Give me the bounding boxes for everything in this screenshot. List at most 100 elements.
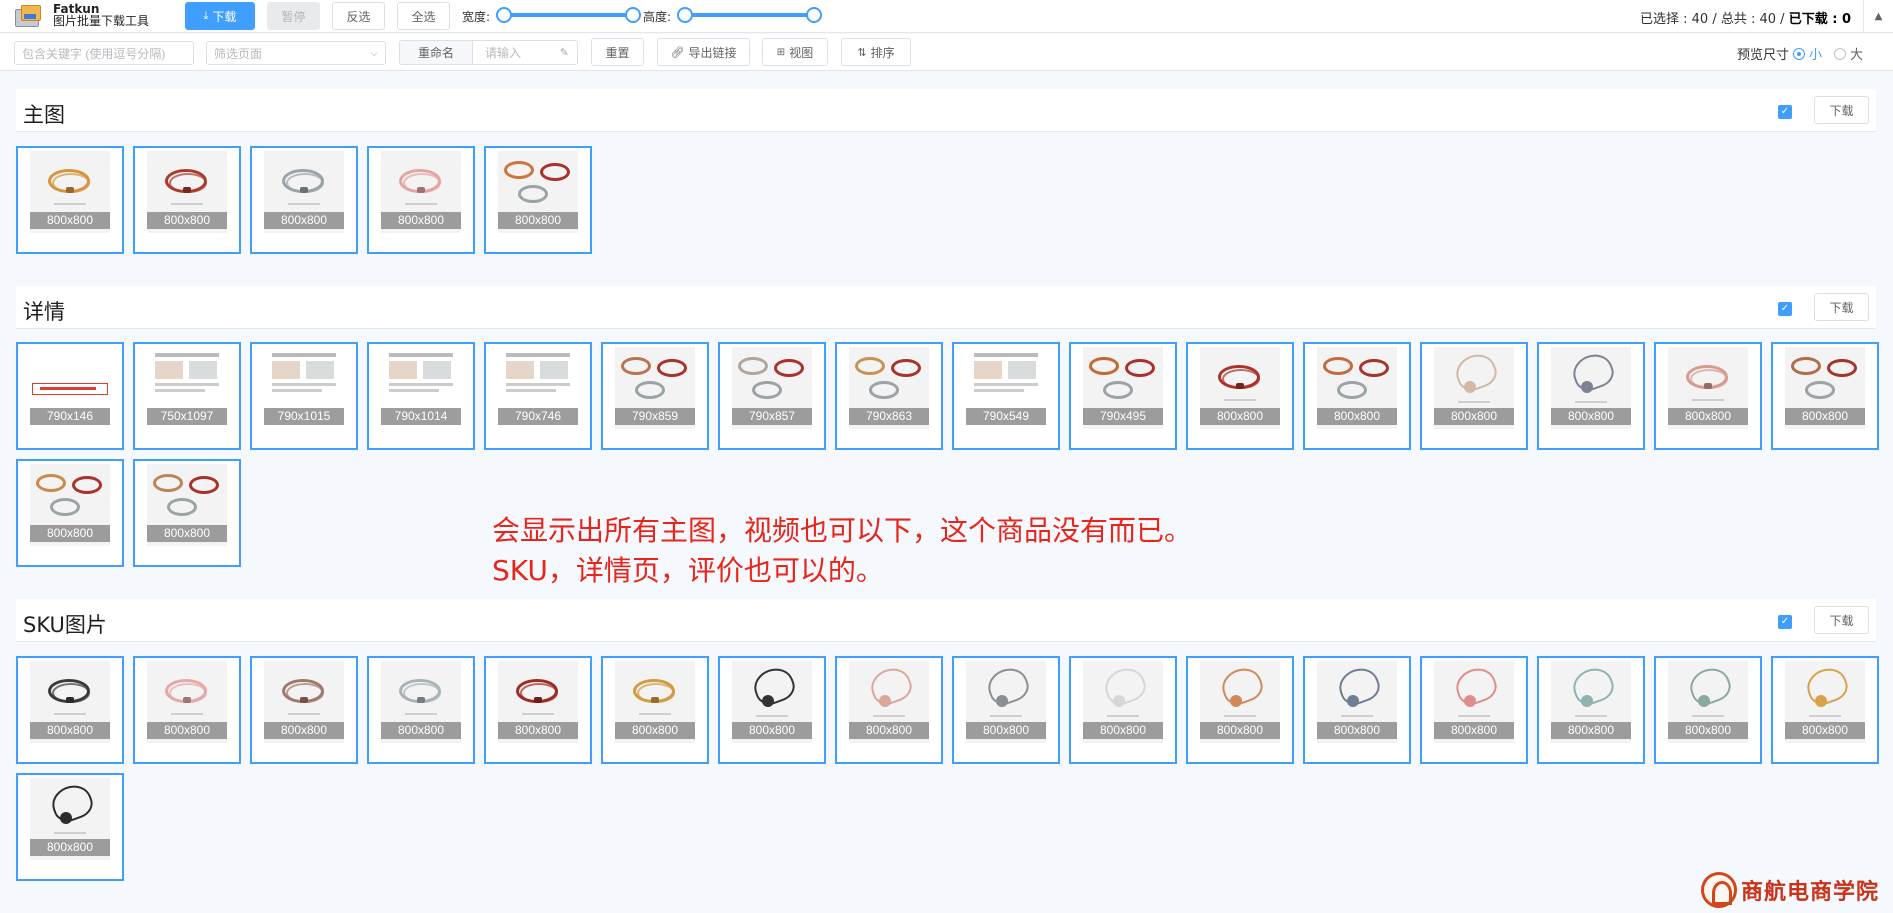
image-thumbnail[interactable]: 800x800 <box>16 773 124 881</box>
image-size-label: 800x800 <box>381 722 461 739</box>
image-thumbnail[interactable]: 800x800 <box>1654 342 1762 450</box>
image-thumbnail[interactable]: 790x549 <box>952 342 1060 450</box>
preview-size-small-label[interactable]: 小 <box>1809 44 1822 63</box>
height-label: 高度: <box>643 10 672 24</box>
image-thumbnail[interactable]: 790x1014 <box>367 342 475 450</box>
keyword-filter-placeholder: 包含关键字 (使用逗号分隔) <box>22 46 166 61</box>
link-icon: 🔗︎ <box>670 45 685 59</box>
app-title: Fatkun 图片批量下载工具 <box>53 3 149 27</box>
image-thumbnail[interactable]: 800x800 <box>16 146 124 254</box>
section-download-button-detail[interactable]: 下载 <box>1814 293 1869 321</box>
status-separator: / <box>1780 12 1785 27</box>
image-thumbnail[interactable]: 800x800 <box>1420 342 1528 450</box>
image-thumbnail[interactable]: 800x800 <box>601 656 709 764</box>
image-thumbnail[interactable]: 800x800 <box>835 656 943 764</box>
section-download-button-main[interactable]: 下载 <box>1814 96 1869 124</box>
image-size-label: 800x800 <box>732 722 812 739</box>
status-total: 总共 : 40 <box>1720 12 1777 27</box>
preview-size-small-radio[interactable] <box>1792 47 1805 60</box>
view-button[interactable]: ⊞ 视图 <box>762 38 828 66</box>
image-thumbnail[interactable]: 800x800 <box>1537 656 1645 764</box>
image-thumbnail[interactable]: 800x800 <box>250 146 358 254</box>
section-header-sku: SKU图片 ✓ 下载 <box>16 599 1876 642</box>
page-filter-placeholder: 筛选页面 <box>214 46 263 61</box>
image-thumbnail[interactable]: 800x800 <box>250 656 358 764</box>
image-thumbnail[interactable]: 790x857 <box>718 342 826 450</box>
section-header-main: 主图 ✓ 下载 <box>16 89 1876 132</box>
download-button[interactable]: ⤓ 下载 <box>185 2 255 30</box>
section-select-checkbox-sku[interactable]: ✓ <box>1778 615 1792 629</box>
image-thumbnail[interactable]: 800x800 <box>16 459 124 567</box>
image-thumbnail[interactable]: 800x800 <box>952 656 1060 764</box>
image-thumbnail[interactable]: 800x800 <box>133 459 241 567</box>
width-slider-track <box>503 13 634 17</box>
image-thumbnail[interactable]: 750x1097 <box>133 342 241 450</box>
image-thumbnail[interactable]: 800x800 <box>1420 656 1528 764</box>
section-title-detail: 详情 <box>23 300 65 324</box>
image-thumbnail[interactable]: 800x800 <box>367 656 475 764</box>
preview-size-large-radio[interactable] <box>1833 47 1846 60</box>
image-thumbnail[interactable]: 800x800 <box>1186 656 1294 764</box>
app-subtitle: 图片批量下载工具 <box>53 14 150 28</box>
image-thumbnail[interactable]: 800x800 <box>1654 656 1762 764</box>
image-size-label: 800x800 <box>1317 722 1397 739</box>
width-slider-min-handle[interactable] <box>496 7 512 23</box>
height-slider[interactable] <box>677 7 822 23</box>
image-thumbnail[interactable]: 790x1015 <box>250 342 358 450</box>
image-thumbnail[interactable]: 800x800 <box>133 656 241 764</box>
image-thumbnail[interactable]: 800x800 <box>718 656 826 764</box>
image-thumbnail[interactable]: 790x746 <box>484 342 592 450</box>
invert-selection-button[interactable]: 反选 <box>332 2 385 30</box>
app-logo-icon <box>12 2 44 30</box>
section-select-checkbox-detail[interactable]: ✓ <box>1778 302 1792 316</box>
image-thumbnail[interactable]: 800x800 <box>1303 656 1411 764</box>
section-download-label: 下载 <box>1829 300 1854 315</box>
image-thumbnail[interactable]: 790x859 <box>601 342 709 450</box>
collapse-toggle-button[interactable]: ▲ <box>1863 0 1893 33</box>
width-slider[interactable] <box>496 7 641 23</box>
image-thumbnail[interactable]: 800x800 <box>1186 342 1294 450</box>
reset-button[interactable]: 重置 <box>591 38 644 66</box>
watermark-text: 商航电商学院 <box>1740 879 1879 905</box>
rename-input[interactable]: 请输入 ✎ <box>473 41 577 64</box>
height-slider-track <box>684 13 815 17</box>
select-all-button[interactable]: 全选 <box>397 2 450 30</box>
download-button-label: 下载 <box>212 9 237 24</box>
sort-icon: ⇅ <box>857 45 867 59</box>
image-thumbnail[interactable]: 800x800 <box>484 146 592 254</box>
width-slider-max-handle[interactable] <box>625 7 641 23</box>
height-slider-min-handle[interactable] <box>677 7 693 23</box>
height-slider-max-handle[interactable] <box>806 7 822 23</box>
image-size-label: 800x800 <box>1668 722 1748 739</box>
preview-size-large-label[interactable]: 大 <box>1850 44 1863 63</box>
image-thumbnail[interactable]: 800x800 <box>484 656 592 764</box>
export-links-button[interactable]: 🔗︎ 导出链接 <box>657 38 750 66</box>
image-thumbnail[interactable]: 800x800 <box>1069 656 1177 764</box>
image-thumbnail[interactable]: 800x800 <box>133 146 241 254</box>
image-thumbnail[interactable]: 790x863 <box>835 342 943 450</box>
image-thumbnail[interactable]: 800x800 <box>1303 342 1411 450</box>
image-thumbnail[interactable]: 800x800 <box>1771 342 1879 450</box>
image-size-label: 790x495 <box>1083 408 1163 425</box>
image-thumbnail[interactable]: 800x800 <box>1771 656 1879 764</box>
image-size-label: 800x800 <box>1200 722 1280 739</box>
chevron-up-icon: ▲ <box>1874 11 1883 22</box>
sort-button[interactable]: ⇅ 排序 <box>841 38 911 66</box>
image-size-label: 800x800 <box>1551 408 1631 425</box>
image-thumbnail[interactable]: 800x800 <box>16 656 124 764</box>
image-size-label: 750x1097 <box>147 408 227 425</box>
image-thumbnail[interactable]: 790x495 <box>1069 342 1177 450</box>
pause-button[interactable]: 暂停 <box>267 2 320 30</box>
image-thumbnail[interactable]: 790x146 <box>16 342 124 450</box>
image-size-label: 800x800 <box>30 722 110 739</box>
image-size-label: 790x549 <box>966 408 1046 425</box>
image-size-label: 800x800 <box>30 525 110 542</box>
page-filter-select[interactable]: 筛选页面 ⌵ <box>206 41 386 65</box>
image-thumbnail[interactable]: 800x800 <box>367 146 475 254</box>
keyword-filter-input[interactable]: 包含关键字 (使用逗号分隔) <box>14 41 194 65</box>
image-size-label: 800x800 <box>849 722 929 739</box>
image-thumbnail[interactable]: 800x800 <box>1537 342 1645 450</box>
section-download-button-sku[interactable]: 下载 <box>1814 606 1869 634</box>
view-button-label: 视图 <box>789 45 814 60</box>
section-select-checkbox-main[interactable]: ✓ <box>1778 105 1792 119</box>
